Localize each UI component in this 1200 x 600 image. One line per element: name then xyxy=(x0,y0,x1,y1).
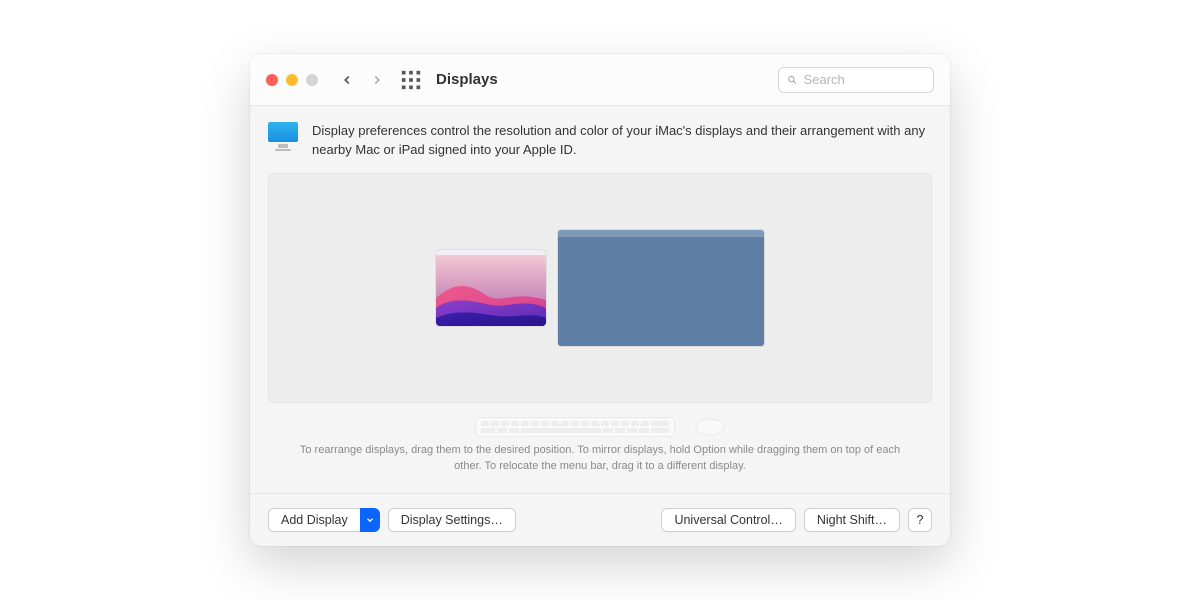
grid-icon xyxy=(400,69,422,91)
display-secondary[interactable] xyxy=(558,230,764,346)
chevron-right-icon xyxy=(370,73,384,87)
search-icon xyxy=(787,74,798,86)
chevron-left-icon xyxy=(340,73,354,87)
traffic-lights xyxy=(266,74,318,86)
menubar-handle-secondary[interactable] xyxy=(558,230,764,237)
add-display-button[interactable]: Add Display xyxy=(268,508,360,532)
display-primary[interactable] xyxy=(436,250,546,326)
search-input[interactable] xyxy=(804,72,925,87)
add-display-dropdown[interactable] xyxy=(360,508,380,532)
display-settings-button[interactable]: Display Settings… xyxy=(388,508,516,532)
back-button[interactable] xyxy=(336,69,358,91)
help-button[interactable]: ? xyxy=(908,508,932,532)
mouse-icon xyxy=(695,418,725,436)
night-shift-button[interactable]: Night Shift… xyxy=(804,508,900,532)
add-display-group: Add Display xyxy=(268,508,380,532)
monitor-icon xyxy=(268,122,298,151)
display-arrangement-area[interactable] xyxy=(268,173,932,403)
preferences-window: Displays Display preferences control the… xyxy=(250,54,950,545)
maximize-window-button[interactable] xyxy=(306,74,318,86)
input-devices-graphic xyxy=(268,417,932,437)
footer: Add Display Display Settings… Universal … xyxy=(250,493,950,546)
intro-row: Display preferences control the resoluti… xyxy=(268,122,932,158)
intro-text: Display preferences control the resoluti… xyxy=(312,122,932,158)
wallpaper-icon xyxy=(436,250,546,326)
universal-control-button[interactable]: Universal Control… xyxy=(661,508,795,532)
minimize-window-button[interactable] xyxy=(286,74,298,86)
forward-button[interactable] xyxy=(366,69,388,91)
keyboard-icon xyxy=(475,417,675,437)
toolbar: Displays xyxy=(250,54,950,106)
search-field[interactable] xyxy=(778,67,934,93)
content-area: Display preferences control the resoluti… xyxy=(250,106,950,492)
window-title: Displays xyxy=(436,71,498,88)
menubar-handle-primary[interactable] xyxy=(436,250,546,255)
show-all-prefs-button[interactable] xyxy=(400,69,422,91)
chevron-down-icon xyxy=(365,515,375,525)
arrangement-hint: To rearrange displays, drag them to the … xyxy=(268,443,932,475)
close-window-button[interactable] xyxy=(266,74,278,86)
